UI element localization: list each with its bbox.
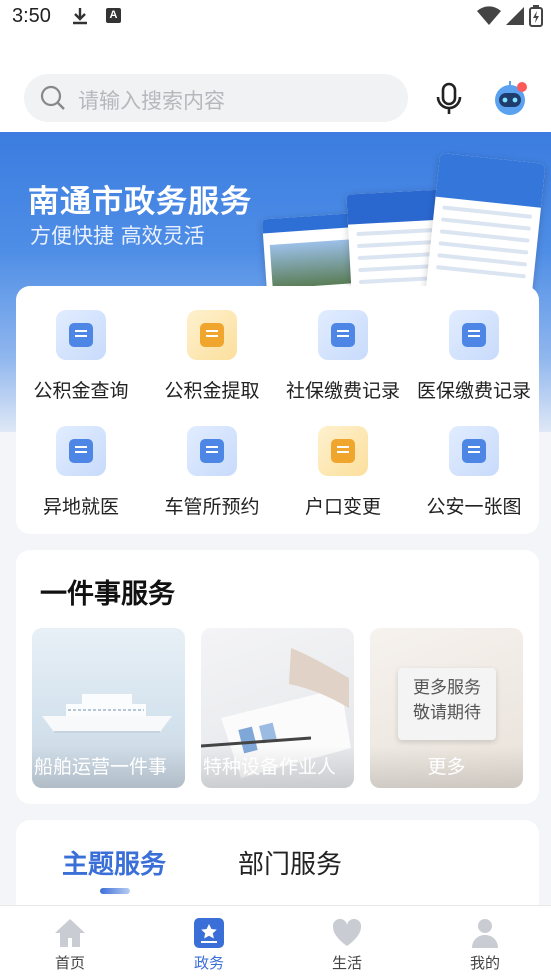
search-input[interactable]: 请输入搜索内容: [24, 74, 408, 122]
tab-department-services[interactable]: 部门服务: [238, 844, 342, 881]
service-vehicle-office-appointment[interactable]: 车管所预约: [147, 426, 277, 519]
nav-label: 我的: [469, 954, 500, 972]
event-card-caption: 船舶运营一件事: [32, 746, 185, 788]
service-remote-medical[interactable]: 异地就医: [16, 426, 146, 519]
assistant-robot-icon[interactable]: [490, 78, 530, 118]
download-icon: [70, 6, 90, 30]
nav-label: 生活: [331, 954, 362, 972]
battery-icon: [529, 5, 543, 27]
microphone-icon[interactable]: [434, 82, 464, 120]
coming-soon-line: 敬请期待: [413, 703, 481, 723]
nav-label: 政务: [193, 954, 224, 972]
search-placeholder: 请输入搜索内容: [78, 89, 225, 113]
service-label: 公安一张图: [426, 496, 522, 518]
service-label: 医保缴费记录: [416, 380, 531, 402]
service-label: 车管所预约: [164, 496, 260, 518]
event-card-special-equipment[interactable]: 特种设备作业人: [201, 628, 354, 788]
housing-fund-withdraw-icon: [187, 310, 237, 360]
heart-icon: [332, 918, 362, 946]
nav-label: 首页: [54, 954, 85, 972]
active-tab-indicator: [100, 888, 130, 894]
nav-mine[interactable]: 我的: [445, 916, 525, 973]
government-star-icon: [194, 918, 224, 948]
nav-life[interactable]: 生活: [307, 916, 387, 973]
top-bar: 请输入搜索内容: [0, 34, 551, 134]
event-card-caption: 更多: [370, 746, 523, 788]
bottom-navigation: 首页 政务 生活 我的: [0, 905, 551, 980]
remote-medical-icon: [56, 426, 106, 476]
service-label: 异地就医: [42, 496, 119, 518]
service-housing-fund-withdraw[interactable]: 公积金提取: [147, 310, 277, 403]
signal-icon: [506, 7, 524, 25]
service-social-security-record[interactable]: 社保缴费记录: [278, 310, 408, 403]
ship-image: [42, 694, 172, 733]
event-card-ship-operation[interactable]: 船舶运营一件事: [32, 628, 185, 788]
service-label: 户口变更: [304, 496, 381, 518]
service-public-security-map[interactable]: 公安一张图: [409, 426, 539, 519]
service-label: 公积金提取: [164, 380, 260, 402]
nav-government[interactable]: 政务: [169, 916, 249, 973]
status-indicators: [477, 5, 543, 27]
status-time: 3:50: [12, 5, 51, 27]
user-icon: [472, 919, 498, 948]
service-label: 社保缴费记录: [285, 380, 400, 402]
housing-fund-query-icon: [56, 310, 106, 360]
social-security-icon: [318, 310, 368, 360]
app-notification-icon: A: [106, 8, 121, 23]
service-medical-insurance-record[interactable]: 医保缴费记录: [409, 310, 539, 403]
search-icon: [40, 85, 66, 115]
banner-subtitle: 方便快捷 高效灵活: [30, 224, 205, 248]
tab-theme-services[interactable]: 主题服务: [62, 844, 166, 881]
section-title: 一件事服务: [40, 579, 175, 610]
quick-services-panel: 公积金查询 公积金提取 社保缴费记录 医保缴费记录 异地就医 车管所预约 户口变…: [16, 286, 539, 534]
public-security-star-icon: [449, 426, 499, 476]
medical-insurance-icon: [449, 310, 499, 360]
service-label: 公积金查询: [33, 380, 129, 402]
nav-home[interactable]: 首页: [30, 916, 110, 973]
event-card-more[interactable]: 更多服务 敬请期待 更多: [370, 628, 523, 788]
coming-soon-line: 更多服务: [413, 678, 481, 698]
status-bar: 3:50 A: [0, 0, 551, 34]
event-card-caption: 特种设备作业人: [201, 746, 354, 788]
household-register-icon: [318, 426, 368, 476]
home-icon: [55, 919, 85, 947]
vehicle-appointment-icon: [187, 426, 237, 476]
service-housing-fund-query[interactable]: 公积金查询: [16, 310, 146, 403]
coming-soon-card: 更多服务 敬请期待: [398, 668, 496, 740]
one-thing-service-panel: 一件事服务 船舶运营一件事 特种设备作业人 更多服务 敬请期待 更多: [16, 550, 539, 804]
wifi-icon: [477, 6, 501, 26]
service-household-change[interactable]: 户口变更: [278, 426, 408, 519]
banner-title: 南通市政务服务: [28, 184, 252, 220]
